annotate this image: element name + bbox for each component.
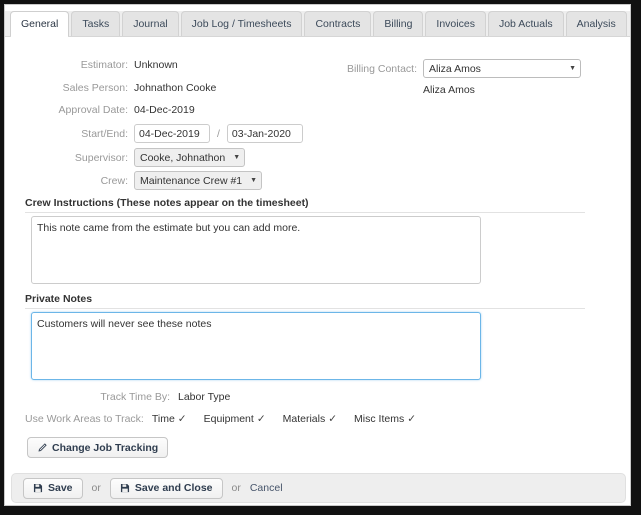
- change-job-tracking-button[interactable]: Change Job Tracking: [27, 437, 169, 458]
- tab-journal[interactable]: Journal: [122, 11, 179, 36]
- track-time-by-value: Labor Type: [178, 391, 231, 403]
- window-frame: General Tasks Journal Job Log / Timeshee…: [0, 0, 641, 515]
- approval-date-value: 04-Dec-2019: [134, 104, 195, 116]
- estimator-label: Estimator:: [80, 59, 128, 71]
- field-supervisor: Supervisor: Cooke, Johnathon ▼: [25, 148, 335, 167]
- tab-analysis[interactable]: Analysis: [565, 11, 627, 36]
- tab-job-actuals[interactable]: Job Actuals: [487, 11, 564, 36]
- tab-job-log-timesheets[interactable]: Job Log / Timesheets: [180, 11, 303, 36]
- billing-contact-label: Billing Contact:: [346, 62, 417, 75]
- field-estimator: Estimator: Unknown: [25, 59, 335, 71]
- save-and-close-label: Save and Close: [134, 482, 213, 494]
- footer-action-bar: Save or Save and Close or Cancel: [11, 473, 626, 503]
- approval-date-label: Approval Date:: [58, 104, 128, 116]
- billing-contact-name-row: Aliza Amos: [345, 84, 615, 96]
- or-text-2: or: [231, 482, 241, 494]
- tab-invoices[interactable]: Invoices: [425, 11, 486, 36]
- work-area-misc-items-label: Misc Items: [354, 413, 405, 425]
- window-inner: General Tasks Journal Job Log / Timeshee…: [4, 4, 631, 506]
- supervisor-label: Supervisor:: [74, 151, 128, 164]
- work-area-materials: Materials ✓: [283, 413, 337, 425]
- private-notes-textarea[interactable]: [31, 312, 481, 380]
- crew-label: Crew:: [100, 174, 128, 187]
- chevron-down-icon: ▼: [250, 177, 258, 184]
- supervisor-selected-value: Cooke, Johnathon: [140, 151, 226, 164]
- field-start-end: Start/End: /: [25, 124, 365, 143]
- sales-person-label: Sales Person:: [62, 82, 128, 94]
- field-work-areas: Use Work Areas to Track: Time ✓ Equipment…: [25, 413, 425, 425]
- sales-person-value: Johnathon Cooke: [134, 82, 217, 94]
- floppy-disk-icon: [33, 483, 43, 493]
- tab-bar: General Tasks Journal Job Log / Timeshee…: [5, 11, 630, 37]
- billing-contact-select[interactable]: Aliza Amos ▼: [423, 59, 581, 78]
- check-icon: ✓: [256, 413, 266, 425]
- field-crew: Crew: Maintenance Crew #1 ▼: [25, 171, 335, 190]
- work-areas-label: Use Work Areas to Track:: [25, 413, 144, 425]
- field-approval-date: Approval Date: 04-Dec-2019: [25, 104, 335, 116]
- save-label: Save: [48, 482, 73, 494]
- work-area-time: Time ✓: [152, 413, 187, 425]
- tab-tasks[interactable]: Tasks: [71, 11, 121, 36]
- estimator-value: Unknown: [134, 59, 178, 71]
- chevron-down-icon: ▼: [233, 154, 241, 161]
- work-area-time-label: Time: [151, 413, 175, 425]
- check-icon: ✓: [328, 413, 338, 425]
- floppy-disk-icon: [120, 483, 130, 493]
- tab-general[interactable]: General: [10, 11, 70, 37]
- field-billing-contact: Billing Contact: Aliza Amos ▼: [345, 59, 595, 78]
- work-area-misc-items: Misc Items ✓: [354, 413, 416, 425]
- change-job-tracking-label: Change Job Tracking: [52, 441, 159, 454]
- work-area-materials-label: Materials: [282, 413, 326, 425]
- supervisor-select[interactable]: Cooke, Johnathon ▼: [134, 148, 246, 167]
- billing-contact-selected-value: Aliza Amos: [429, 62, 481, 75]
- save-and-close-button[interactable]: Save and Close: [109, 477, 223, 499]
- check-icon: ✓: [177, 413, 187, 425]
- crew-selected-value: Maintenance Crew #1: [140, 174, 243, 187]
- check-icon: ✓: [407, 413, 417, 425]
- start-date-input[interactable]: [134, 124, 210, 143]
- chevron-down-icon: ▼: [569, 65, 576, 72]
- crew-select[interactable]: Maintenance Crew #1 ▼: [134, 171, 263, 190]
- billing-contact-name: Aliza Amos: [423, 84, 475, 96]
- pencil-icon: [37, 442, 47, 453]
- or-text-1: or: [91, 482, 101, 494]
- field-track-time-by: Track Time By: Labor Type: [25, 391, 385, 403]
- tab-billing[interactable]: Billing: [373, 11, 424, 36]
- field-sales-person: Sales Person: Johnathon Cooke: [25, 82, 335, 94]
- private-notes-heading: Private Notes: [25, 293, 585, 309]
- save-button[interactable]: Save: [23, 477, 83, 499]
- end-date-input[interactable]: [226, 124, 303, 143]
- work-area-equipment-label: Equipment: [203, 413, 254, 425]
- date-separator: /: [217, 127, 220, 140]
- track-time-by-label: Track Time By:: [100, 391, 170, 403]
- tab-contracts[interactable]: Contracts: [304, 11, 372, 36]
- start-end-label: Start/End:: [81, 127, 128, 140]
- crew-instructions-textarea[interactable]: [31, 216, 481, 284]
- cancel-button[interactable]: Cancel: [250, 482, 283, 494]
- crew-instructions-heading: Crew Instructions (These notes appear on…: [25, 197, 585, 213]
- work-area-equipment: Equipment ✓: [204, 413, 266, 425]
- general-tab-panel: Estimator: Unknown Sales Person: Johnath…: [5, 37, 630, 469]
